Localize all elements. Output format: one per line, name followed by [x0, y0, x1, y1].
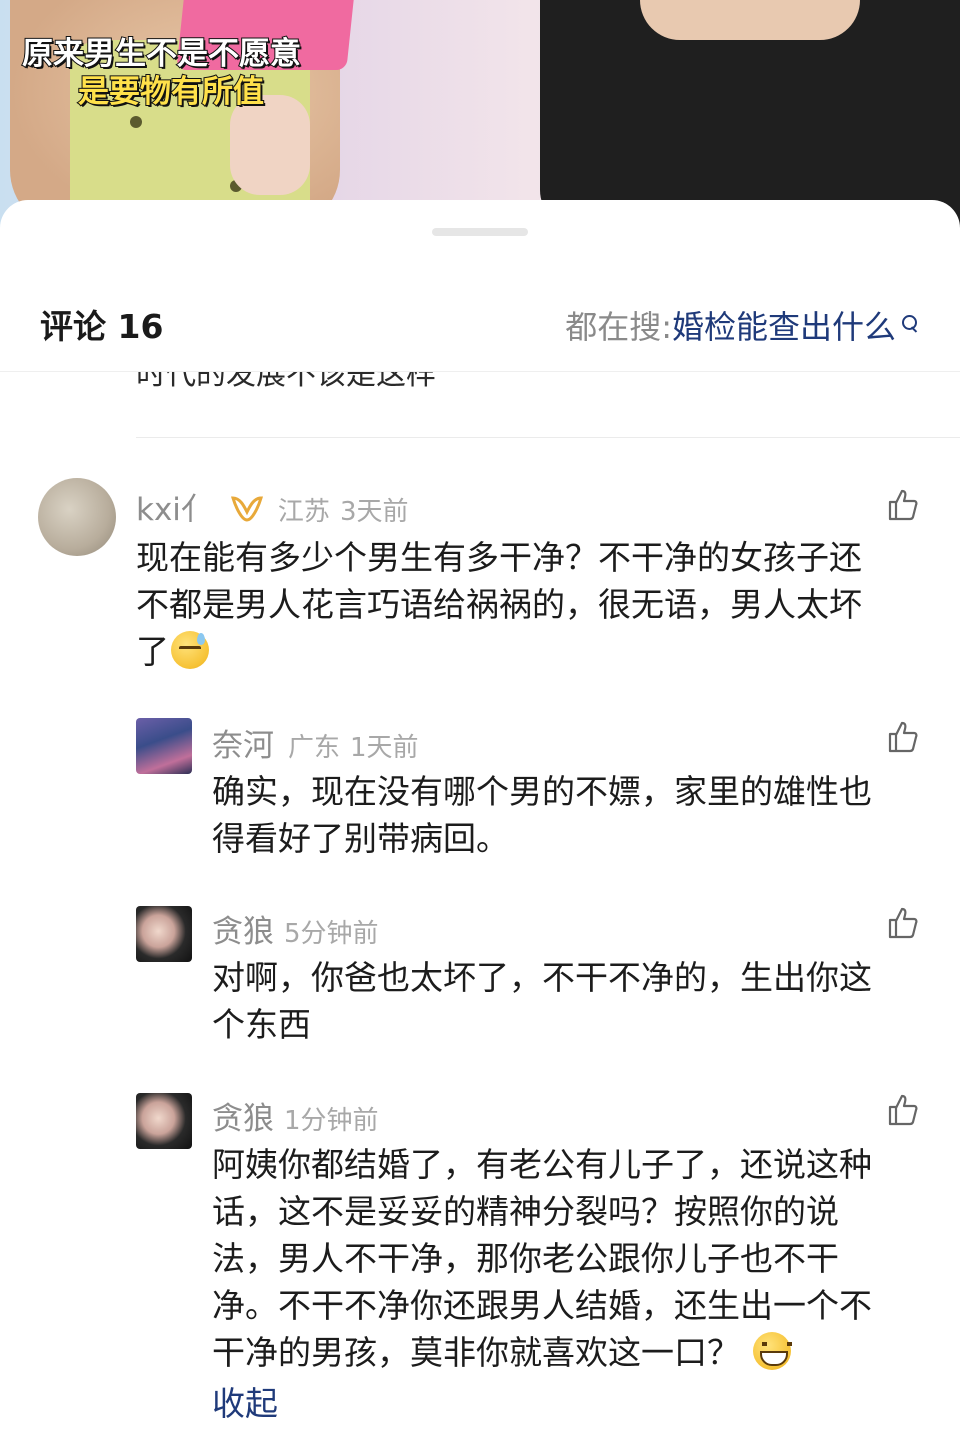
comment-text: 确实，现在没有哪个男的不嫖，家里的雄性也 得看好了别带病回。	[212, 772, 872, 858]
trending-search[interactable]: 都在搜: 婚检能查出什么	[565, 302, 920, 348]
vip-badge-icon	[230, 494, 264, 527]
trending-search-query[interactable]: 婚检能查出什么	[672, 302, 896, 348]
comment-text: 对啊，你爸也太坏了，不干不净的，生出你这 个东西	[212, 958, 872, 1044]
comment-author[interactable]: 贪狼	[212, 906, 274, 951]
video-caption-line2: 是要物有所值	[77, 73, 265, 111]
thumbs-up-icon[interactable]	[886, 720, 920, 754]
video-arm	[640, 0, 860, 40]
drag-handle[interactable]	[432, 228, 528, 236]
sweat-smile-emoji	[171, 631, 209, 669]
avatar[interactable]	[38, 478, 116, 556]
comment-author[interactable]: 贪狼	[212, 1093, 274, 1138]
comment-text: 现在能有多少个男生有多干净？不干净的女孩子还 不都是男人花言巧语给祸祸的，很无语…	[136, 538, 862, 671]
comment-time: 5分钟前	[284, 919, 379, 949]
comment-count-title: 评论 16	[40, 307, 164, 346]
comment-location: 江苏	[277, 497, 330, 527]
comment-header: 评论 16 都在搜: 婚检能查出什么	[0, 280, 960, 372]
comment-text: 阿姨你都结婚了，有老公有儿子了，还说这种 话，这不是妥妥的精神分裂吗？按照你的说…	[212, 1145, 872, 1372]
avatar[interactable]	[136, 1093, 192, 1149]
thumbs-up-icon[interactable]	[886, 1093, 920, 1127]
thumbs-up-icon[interactable]	[886, 906, 920, 940]
comment-time: 1天前	[350, 733, 419, 763]
video-player[interactable]: 原来男生不是不愿意 是要物有所值	[0, 0, 960, 230]
comment-time: 3天前	[339, 497, 409, 527]
trending-search-label: 都在搜:	[565, 308, 672, 346]
avatar[interactable]	[136, 906, 192, 962]
search-icon[interactable]	[900, 313, 920, 337]
comment-time: 1分钟前	[284, 1106, 379, 1136]
collapse-link[interactable]: 收起	[212, 1377, 278, 1425]
comment-item: kxi亻 江苏 3天前 现在能有多少个男生有多干净？不干净的女孩子还 不都是男人…	[0, 470, 960, 680]
reply-item: 贪狼 5分钟前 对啊，你爸也太坏了，不干不净的，生出你这 个东西	[0, 898, 960, 1058]
comment-author[interactable]: 奈河	[212, 720, 274, 765]
grin-emoji	[752, 1332, 792, 1370]
avatar[interactable]	[136, 718, 192, 774]
reply-item: 奈河 广东 1天前 确实，现在没有哪个男的不嫖，家里的雄性也 得看好了别带病回。	[0, 712, 960, 872]
reply-item: 贪狼 1分钟前 阿姨你都结婚了，有老公有儿子了，还说这种 话，这不是妥妥的精神分…	[0, 1085, 960, 1430]
comment-location: 广东	[288, 733, 341, 763]
divider	[136, 437, 960, 438]
comment-author[interactable]: kxi亻	[136, 484, 212, 529]
thumbs-up-icon[interactable]	[886, 488, 920, 522]
